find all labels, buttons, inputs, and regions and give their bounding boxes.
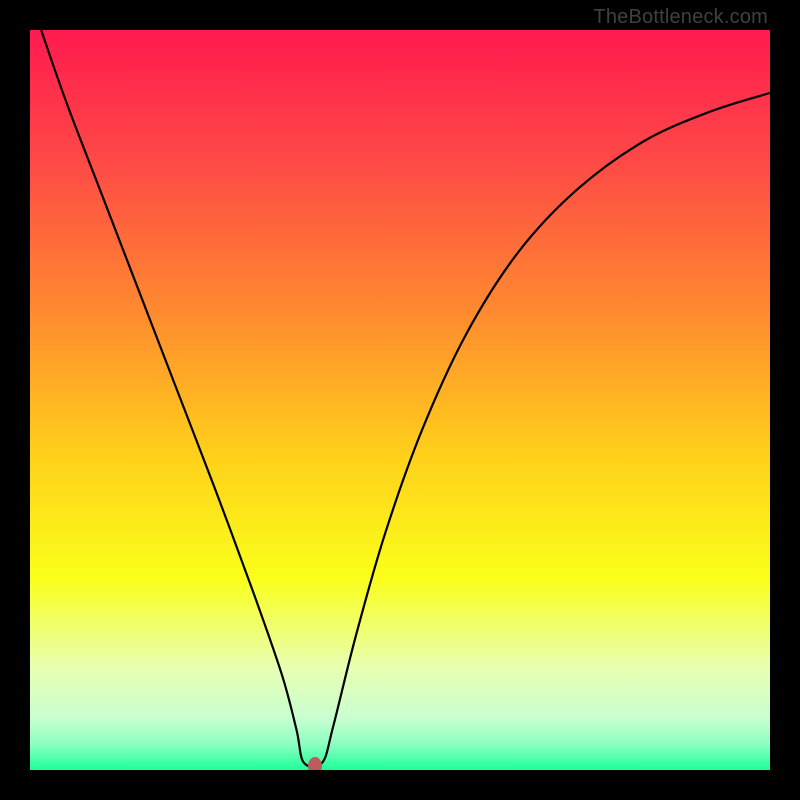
curve-layer: [30, 30, 770, 770]
bottleneck-curve: [41, 30, 770, 767]
plot-area: [30, 30, 770, 770]
chart-frame: TheBottleneck.com: [0, 0, 800, 800]
optimum-marker: [308, 757, 322, 770]
watermark-text: TheBottleneck.com: [593, 6, 768, 29]
